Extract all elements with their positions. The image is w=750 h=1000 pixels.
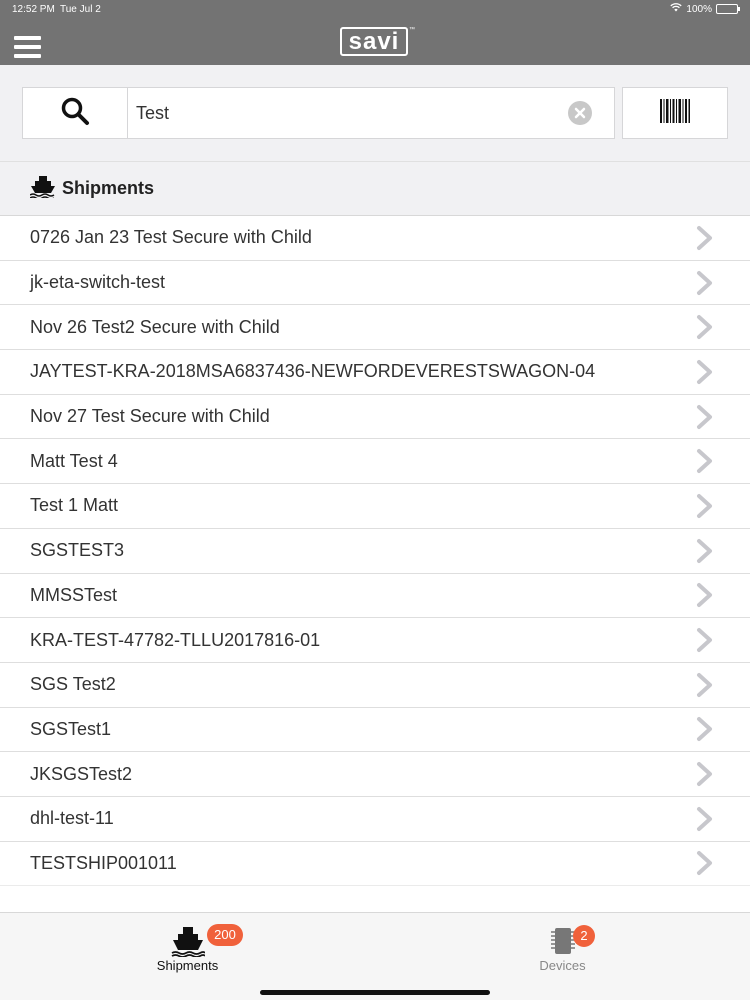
shipment-list-item[interactable]: 0726 Jan 23 Test Secure with Child <box>0 216 750 261</box>
app-header: 12:52 PM Tue Jul 2 100% savi ™ <box>0 0 750 65</box>
chevron-right-icon <box>697 851 712 876</box>
chevron-right-icon <box>697 717 712 742</box>
status-date: Tue Jul 2 <box>60 4 101 15</box>
chevron-right-icon <box>697 762 712 787</box>
ship-icon <box>29 174 56 203</box>
shipment-name: TESTSHIP001011 <box>30 852 177 873</box>
wifi-icon <box>670 3 683 15</box>
shipment-name: JAYTEST-KRA-2018MSA6837436-NEWFORDEVERES… <box>30 361 596 382</box>
chevron-right-icon <box>697 315 712 340</box>
search-icon <box>60 96 90 131</box>
shipment-name: SGS Test2 <box>30 674 116 695</box>
chevron-right-icon <box>697 628 712 653</box>
list-fade <box>0 880 750 902</box>
shipment-list-item[interactable]: SGSTEST3 <box>0 528 750 574</box>
logo-trademark: ™ <box>409 27 415 33</box>
shipment-name: JKSGSTest2 <box>30 763 133 784</box>
app-window: 12:52 PM Tue Jul 2 100% savi ™ Test Ship… <box>0 0 750 1000</box>
devices-count-badge: 2 <box>573 925 595 947</box>
menu-button[interactable] <box>14 36 41 58</box>
barcode-icon <box>660 98 690 128</box>
tab-devices[interactable]: 2 Devices <box>375 913 750 1000</box>
shipment-name: 0726 Jan 23 Test Secure with Child <box>30 227 312 248</box>
shipments-count-badge: 200 <box>207 924 243 946</box>
battery-percent: 100% <box>686 3 712 15</box>
battery-icon <box>716 4 740 14</box>
shipment-list-item[interactable]: Nov 27 Test Secure with Child <box>0 394 750 440</box>
shipment-name: MMSSTest <box>30 584 118 605</box>
search-field <box>128 87 615 139</box>
shipment-list-item[interactable]: SGSTest1 <box>0 707 750 753</box>
clear-icon <box>568 107 592 129</box>
chevron-right-icon <box>697 672 712 697</box>
shipment-list-item[interactable]: JKSGSTest2 <box>0 752 750 797</box>
barcode-scan-button[interactable] <box>622 87 728 139</box>
shipment-list-item[interactable]: Test 1 Matt <box>0 484 750 529</box>
shipment-list-item[interactable]: Matt Test 4 <box>0 439 750 485</box>
ship-icon <box>171 925 206 958</box>
chevron-right-icon <box>697 806 712 831</box>
home-indicator <box>260 990 490 995</box>
clear-search-button[interactable] <box>568 101 592 125</box>
shipment-name: dhl-test-11 <box>30 808 114 829</box>
tab-bar: 200 Shipments 2 Devices <box>0 912 750 1000</box>
status-time: 12:52 PM <box>12 4 55 15</box>
shipment-name: SGSTest1 <box>30 718 112 739</box>
shipment-list-item[interactable]: Nov 26 Test2 Secure with Child <box>0 305 750 351</box>
tab-shipments[interactable]: 200 Shipments <box>0 913 375 1000</box>
savi-logo: savi <box>340 27 408 56</box>
shipment-name: Nov 27 Test Secure with Child <box>30 406 270 427</box>
shipment-name: Test 1 Matt <box>30 495 119 516</box>
shipment-list-item[interactable]: KRA-TEST-47782-TLLU2017816-01 <box>0 618 750 663</box>
chevron-right-icon <box>697 270 712 295</box>
shipment-list-item[interactable]: JAYTEST-KRA-2018MSA6837436-NEWFORDEVERES… <box>0 350 750 395</box>
shipments-section-header: Shipments <box>0 161 750 216</box>
shipment-list: 0726 Jan 23 Test Secure with Child jk-eta… <box>0 216 750 902</box>
chevron-right-icon <box>697 583 712 608</box>
search-button[interactable] <box>22 87 128 139</box>
shipment-name: jk-eta-switch-test <box>30 272 166 293</box>
hamburger-menu-icon <box>14 36 41 58</box>
shipment-list-item[interactable]: MMSSTest <box>0 573 750 619</box>
chevron-right-icon <box>697 359 712 384</box>
chevron-right-icon <box>697 404 712 429</box>
search-input[interactable] <box>136 88 556 138</box>
status-right: 100% <box>670 3 740 15</box>
shipment-name: SGSTEST3 <box>30 540 125 561</box>
chevron-right-icon <box>697 538 712 563</box>
shipment-name: Nov 26 Test2 Secure with Child <box>30 316 280 337</box>
shipment-list-item[interactable]: jk-eta-switch-test <box>0 260 750 306</box>
chevron-right-icon <box>697 449 712 474</box>
search-bar <box>0 65 750 161</box>
section-title: Shipments <box>62 178 155 198</box>
shipment-name: KRA-TEST-47782-TLLU2017816-01 <box>30 629 321 650</box>
tab-label-shipments: Shipments <box>156 958 219 973</box>
tab-label-devices: Devices <box>539 958 586 973</box>
shipment-name: Matt Test 4 <box>30 450 118 471</box>
status-bar: 12:52 PM Tue Jul 2 100% <box>0 0 750 18</box>
shipment-list-item[interactable]: SGS Test2 <box>0 662 750 708</box>
chevron-right-icon <box>697 493 712 518</box>
shipment-list-item[interactable]: dhl-test-11 <box>0 796 750 842</box>
chevron-right-icon <box>697 225 712 250</box>
